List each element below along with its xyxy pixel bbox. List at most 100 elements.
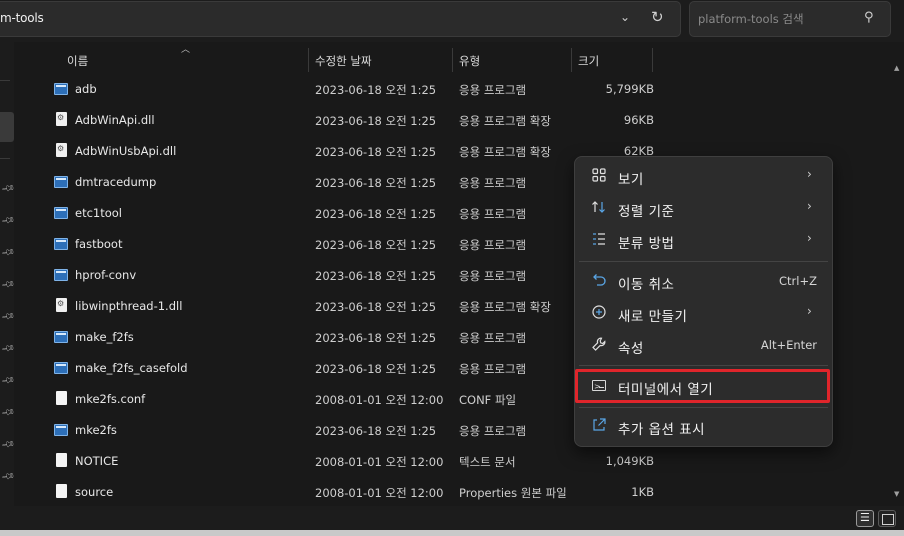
pin-icon[interactable]: 📌︎	[0, 310, 15, 325]
address-bar[interactable]: m-tools ⌄ ↻	[0, 1, 681, 37]
column-separator[interactable]	[452, 48, 453, 72]
file-name: make_f2fs_casefold	[75, 361, 188, 375]
column-header-row: ︿ 이름 수정한 날짜 유형 크기	[14, 42, 904, 74]
group-icon	[590, 231, 608, 249]
pin-icon[interactable]: 📌︎	[0, 278, 15, 293]
menu-item-more-options[interactable]: 추가 옵션 표시	[575, 411, 832, 441]
file-row[interactable]: mke2fs.conf 2008-01-01 오전 12:00 CONF 파일	[14, 385, 654, 416]
dll-file-icon	[56, 298, 67, 312]
menu-item-label: 새로 만들기	[618, 309, 688, 325]
pin-icon[interactable]: 📌︎	[0, 246, 15, 261]
file-row[interactable]: AdbWinApi.dll 2023-06-18 오전 1:25 응용 프로그램 확…	[14, 106, 654, 137]
column-header-date[interactable]: 수정한 날짜	[315, 53, 372, 69]
application-icon	[54, 176, 68, 188]
pin-icon[interactable]: 📌︎	[0, 214, 15, 229]
column-separator[interactable]	[571, 48, 572, 72]
pin-icon[interactable]: 📌︎	[0, 470, 15, 485]
menu-item-label: 이동 취소	[618, 277, 675, 293]
menu-item-label: 추가 옵션 표시	[618, 422, 706, 438]
file-row[interactable]: make_f2fs 2023-06-18 오전 1:25 응용 프로그램	[14, 323, 654, 354]
search-placeholder[interactable]: platform-tools 검색	[698, 11, 804, 27]
file-row[interactable]: fastboot 2023-06-18 오전 1:25 응용 프로그램	[14, 230, 654, 261]
file-date: 2008-01-01 오전 12:00	[315, 393, 444, 407]
application-icon	[54, 238, 68, 250]
status-bar	[0, 506, 904, 530]
file-type: 응용 프로그램	[459, 176, 527, 190]
chevron-down-icon[interactable]: ⌄	[620, 10, 630, 24]
pin-icon[interactable]: 📌︎	[0, 374, 15, 389]
menu-item-label: 속성	[618, 341, 644, 357]
file-size: 1KB	[631, 485, 654, 499]
file-type: Properties 원본 파일	[459, 486, 567, 500]
file-row[interactable]: NOTICE 2008-01-01 오전 12:00 텍스트 문서 1,049KB	[14, 447, 654, 478]
menu-item-new[interactable]: 새로 만들기 ›	[575, 298, 832, 328]
document-icon	[56, 484, 67, 498]
scroll-down-icon[interactable]: ▼	[894, 490, 899, 498]
file-type: 응용 프로그램 확장	[459, 145, 551, 159]
file-row[interactable]: adb 2023-06-18 오전 1:25 응용 프로그램 5,799KB	[14, 75, 654, 106]
file-type: 응용 프로그램	[459, 238, 527, 252]
file-type: 응용 프로그램 확장	[459, 300, 551, 314]
file-type: 응용 프로그램	[459, 207, 527, 221]
file-row[interactable]: source 2008-01-01 오전 12:00 Properties 원본 파…	[14, 478, 654, 509]
menu-shortcut: Ctrl+Z	[779, 274, 817, 288]
grid-icon	[590, 167, 608, 185]
pin-icon[interactable]: 📌︎	[0, 406, 15, 421]
search-icon[interactable]: ⚲	[864, 10, 874, 25]
menu-item-properties[interactable]: 속성 Alt+Enter	[575, 330, 832, 360]
address-path[interactable]: m-tools	[0, 11, 44, 25]
file-name: hprof-conv	[75, 268, 137, 282]
top-bar: m-tools ⌄ ↻ platform-tools 검색 ⚲	[0, 0, 904, 42]
menu-item-view[interactable]: 보기 ›	[575, 161, 832, 191]
pin-icon[interactable]: 📌︎	[0, 438, 15, 453]
column-separator[interactable]	[308, 48, 309, 72]
file-row[interactable]: dmtracedump 2023-06-18 오전 1:25 응용 프로그램	[14, 168, 654, 199]
document-icon	[56, 453, 67, 467]
horizontal-scrollbar[interactable]	[0, 530, 904, 536]
sort-ascending-icon: ︿	[181, 45, 191, 55]
menu-item-group[interactable]: 분류 방법 ›	[575, 225, 832, 255]
search-box[interactable]: platform-tools 검색 ⚲	[689, 1, 891, 37]
file-name: fastboot	[75, 237, 123, 251]
file-name: dmtracedump	[75, 175, 157, 189]
details-view-button[interactable]	[856, 510, 874, 527]
application-icon	[54, 83, 68, 95]
menu-item-undo[interactable]: 이동 취소 Ctrl+Z	[575, 266, 832, 296]
pin-icon[interactable]: 📌︎	[0, 182, 15, 197]
file-row[interactable]: hprof-conv 2023-06-18 오전 1:25 응용 프로그램	[14, 261, 654, 292]
file-row[interactable]: make_f2fs_casefold 2023-06-18 오전 1:25 응용 프…	[14, 354, 654, 385]
column-header-type[interactable]: 유형	[459, 53, 480, 69]
preview-view-button[interactable]	[878, 510, 896, 527]
file-date: 2008-01-01 오전 12:00	[315, 486, 444, 500]
file-row[interactable]: libwinpthread-1.dll 2023-06-18 오전 1:25 응용 …	[14, 292, 654, 323]
menu-separator	[579, 261, 828, 262]
file-date: 2023-06-18 오전 1:25	[315, 238, 437, 252]
chevron-right-icon: ›	[807, 199, 812, 213]
file-row[interactable]: AdbWinUsbApi.dll 2023-06-18 오전 1:25 응용 프로그…	[14, 137, 654, 168]
file-name: mke2fs.conf	[75, 392, 146, 406]
menu-separator	[579, 365, 828, 366]
sidebar-selected-item[interactable]	[0, 112, 14, 142]
chevron-right-icon: ›	[807, 231, 812, 245]
file-row[interactable]: etc1tool 2023-06-18 오전 1:25 응용 프로그램	[14, 199, 654, 230]
column-header-name[interactable]: 이름	[67, 53, 88, 69]
plus-circle-icon	[590, 304, 608, 322]
menu-item-open-terminal[interactable]: 터미널에서 열기	[575, 369, 830, 403]
column-separator[interactable]	[652, 48, 653, 72]
file-date: 2023-06-18 오전 1:25	[315, 207, 437, 221]
chevron-right-icon: ›	[807, 167, 812, 181]
file-date: 2008-01-01 오전 12:00	[315, 455, 444, 469]
menu-separator	[579, 407, 828, 408]
scroll-up-icon[interactable]: ▲	[894, 64, 899, 72]
file-size: 96KB	[623, 113, 654, 127]
menu-item-sort[interactable]: 정렬 기준 ›	[575, 193, 832, 223]
application-icon	[54, 424, 68, 436]
vertical-scrollbar[interactable]: ▲ ▼	[894, 64, 902, 504]
file-row[interactable]: mke2fs 2023-06-18 오전 1:25 응용 프로그램	[14, 416, 654, 447]
file-date: 2023-06-18 오전 1:25	[315, 300, 437, 314]
column-header-size[interactable]: 크기	[578, 53, 599, 69]
refresh-icon[interactable]: ↻	[651, 8, 664, 26]
file-name: source	[75, 485, 114, 499]
file-date: 2023-06-18 오전 1:25	[315, 114, 437, 128]
pin-icon[interactable]: 📌︎	[0, 342, 15, 357]
